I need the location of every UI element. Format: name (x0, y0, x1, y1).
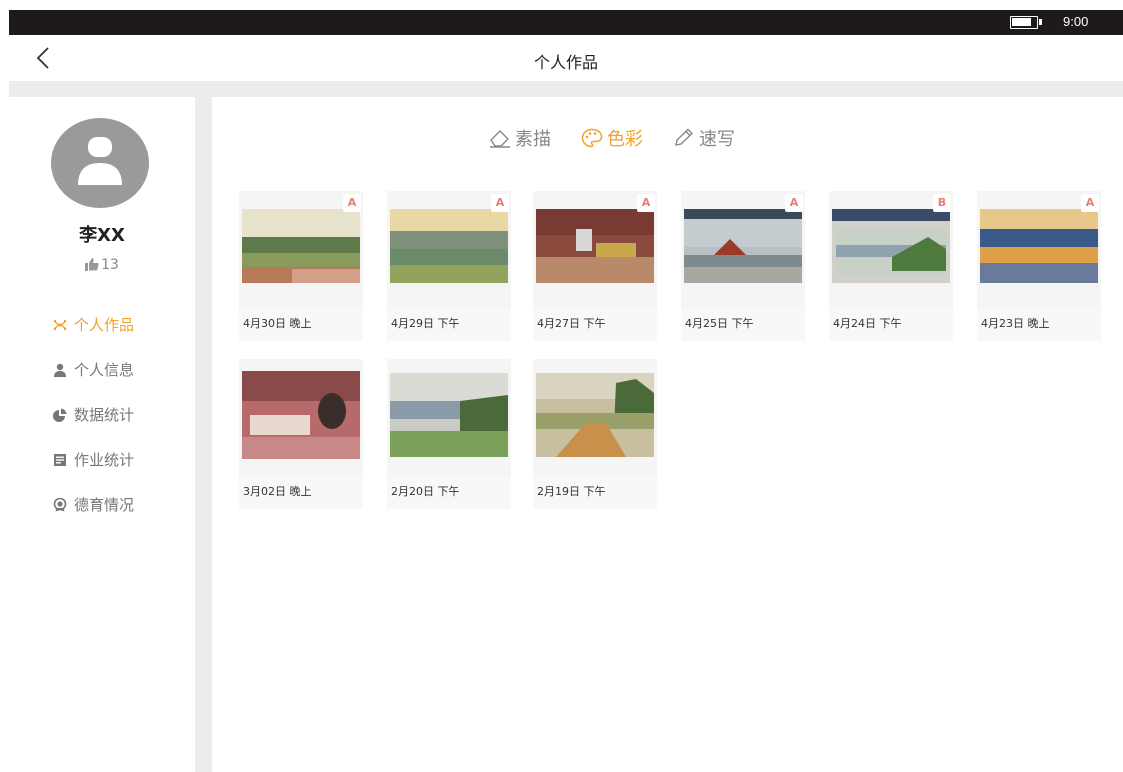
landscape-painting-image (684, 209, 802, 283)
artwork-card[interactable]: A 4月23日 晚上 (977, 191, 1101, 341)
artwork-thumbnail[interactable]: B (829, 191, 953, 307)
avatar[interactable] (51, 118, 149, 208)
still-life-painting-image (242, 371, 360, 459)
sidebar-item-data-stats[interactable]: 数据统计 (53, 392, 134, 437)
artwork-card[interactable]: 3月02日 晚上 (239, 359, 363, 509)
pie-chart-icon (53, 408, 67, 422)
landscape-painting-image (536, 373, 654, 457)
artwork-date: 4月30日 晚上 (239, 307, 363, 341)
artwork-date: 2月19日 下午 (533, 475, 657, 509)
tab-label: 速写 (699, 129, 735, 150)
artwork-thumbnail[interactable]: A (681, 191, 805, 307)
artwork-card[interactable]: B 4月24日 下午 (829, 191, 953, 341)
sidebar-item-label: 德育情况 (74, 496, 135, 514)
artwork-date: 4月23日 晚上 (977, 307, 1101, 341)
artwork-date: 4月24日 下午 (829, 307, 953, 341)
landscape-painting-image (980, 209, 1098, 283)
grade-badge: A (491, 194, 509, 212)
thumbs-up-icon (85, 258, 99, 271)
artwork-thumbnail[interactable]: A (387, 191, 511, 307)
tab-sketch[interactable]: 素描 (489, 125, 551, 151)
works-icon (53, 318, 67, 332)
grade-badge: A (343, 194, 361, 212)
user-avatar-icon (78, 137, 122, 185)
sidebar-item-personal-info[interactable]: 个人信息 (53, 347, 134, 392)
tab-label: 素描 (515, 129, 551, 150)
nav-bar: 个人作品 (9, 35, 1123, 81)
battery-icon (1010, 16, 1038, 29)
status-bar: 9:00 (9, 10, 1123, 35)
sidebar-item-label: 个人作品 (74, 316, 135, 334)
grade-badge: B (933, 194, 951, 212)
landscape-painting-image (832, 209, 950, 283)
sidebar: 李XX 13 个人作品 个人信息 数据统计 作业统计 德育情况 (9, 97, 195, 772)
person-icon (53, 363, 67, 377)
sidebar-item-label: 数据统计 (74, 406, 135, 424)
artwork-card[interactable]: 2月19日 下午 (533, 359, 657, 509)
like-count-value: 13 (101, 257, 119, 273)
artwork-thumbnail[interactable] (533, 359, 657, 475)
landscape-painting-image (390, 373, 508, 457)
landscape-painting-image (242, 209, 360, 283)
artwork-thumbnail[interactable] (387, 359, 511, 475)
artwork-date: 4月29日 下午 (387, 307, 511, 341)
category-tabs: 素描 色彩 速写 (212, 125, 1012, 151)
medal-icon (53, 497, 67, 512)
artwork-thumbnail[interactable] (239, 359, 363, 475)
artwork-thumbnail[interactable]: A (533, 191, 657, 307)
grade-badge: A (637, 194, 655, 212)
sidebar-item-works[interactable]: 个人作品 (53, 302, 134, 347)
header-separator (9, 81, 1123, 97)
eraser-icon (490, 130, 510, 148)
artwork-card[interactable]: 2月20日 下午 (387, 359, 511, 509)
grade-badge: A (785, 194, 803, 212)
tab-label: 色彩 (607, 129, 643, 150)
pencil-icon (675, 128, 694, 146)
artwork-thumbnail[interactable]: A (239, 191, 363, 307)
artwork-date: 2月20日 下午 (387, 475, 511, 509)
artwork-card[interactable]: A 4月25日 下午 (681, 191, 805, 341)
artwork-card[interactable]: A 4月27日 下午 (533, 191, 657, 341)
artwork-card[interactable]: A 4月30日 晚上 (239, 191, 363, 341)
status-time: 9:00 (1063, 14, 1089, 29)
artwork-date: 3月02日 晚上 (239, 475, 363, 509)
grade-badge: A (1081, 194, 1099, 212)
artwork-date: 4月25日 下午 (681, 307, 805, 341)
artwork-thumbnail[interactable]: A (977, 191, 1101, 307)
sidebar-item-homework-stats[interactable]: 作业统计 (53, 437, 134, 482)
homework-icon (53, 453, 67, 467)
still-life-painting-image (536, 209, 654, 283)
artwork-date: 4月27日 下午 (533, 307, 657, 341)
palette-icon (581, 128, 603, 148)
content-area: 素描 色彩 速写 A 4月30日 晚上 A 4月29日 下午 A 4月27日 下… (212, 97, 1123, 772)
profile-name: 李XX (79, 225, 125, 246)
sidebar-divider (195, 97, 212, 772)
tab-color[interactable]: 色彩 (581, 125, 643, 151)
sidebar-menu: 个人作品 个人信息 数据统计 作业统计 德育情况 (53, 302, 134, 527)
artwork-card[interactable]: A 4月29日 下午 (387, 191, 511, 341)
sidebar-item-label: 作业统计 (74, 451, 135, 469)
page-title: 个人作品 (533, 53, 598, 72)
sidebar-item-moral-education[interactable]: 德育情况 (53, 482, 134, 527)
landscape-painting-image (390, 209, 508, 283)
sidebar-item-label: 个人信息 (74, 361, 135, 379)
like-count: 13 (9, 257, 195, 273)
tab-quick-sketch[interactable]: 速写 (673, 125, 735, 151)
